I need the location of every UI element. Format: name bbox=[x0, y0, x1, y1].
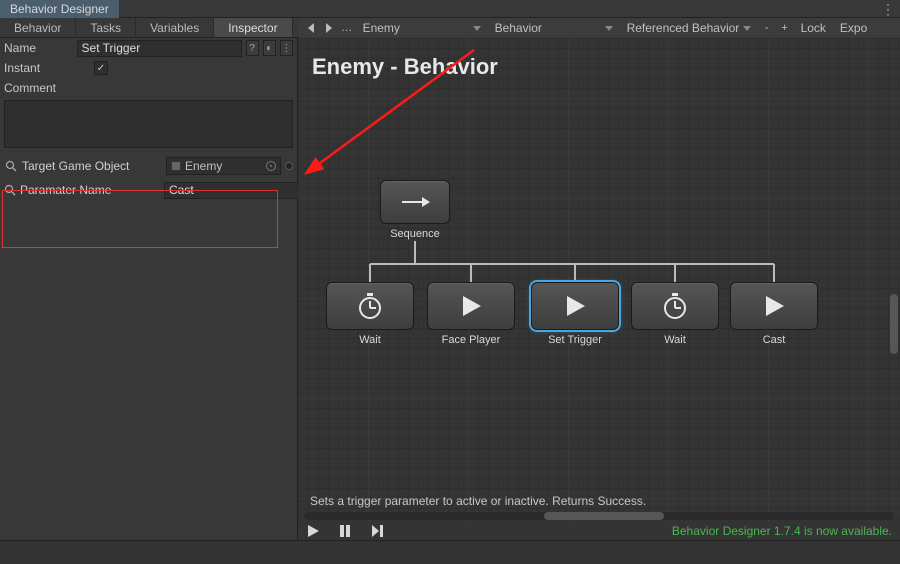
gameobject-dropdown[interactable]: Enemy bbox=[357, 19, 487, 37]
name-label: Name bbox=[4, 41, 73, 55]
node-label: Cast bbox=[763, 334, 786, 346]
node-sequence[interactable]: Sequence bbox=[380, 180, 450, 240]
behavior-dropdown-label: Behavior bbox=[495, 21, 542, 35]
search-icon[interactable] bbox=[4, 183, 16, 197]
window-menu-icon[interactable]: ⋮ bbox=[880, 2, 896, 16]
target-game-object-value: Enemy bbox=[185, 159, 222, 173]
play-button[interactable] bbox=[306, 524, 320, 538]
search-icon[interactable] bbox=[4, 159, 18, 173]
behavior-dropdown[interactable]: Behavior bbox=[489, 19, 619, 37]
shared-variable-dot[interactable] bbox=[285, 162, 293, 170]
graph-title: Enemy - Behavior bbox=[312, 54, 498, 80]
lock-button[interactable]: Lock bbox=[795, 21, 832, 35]
play-icon bbox=[762, 294, 786, 318]
comment-textarea[interactable] bbox=[4, 100, 293, 148]
node-label: Wait bbox=[664, 334, 686, 346]
task-description: Sets a trigger parameter to active or in… bbox=[310, 494, 646, 508]
export-button[interactable]: Expo bbox=[834, 21, 873, 35]
stopwatch-icon bbox=[662, 293, 688, 319]
node-label: Set Trigger bbox=[548, 334, 602, 346]
vertical-scrollbar[interactable] bbox=[890, 44, 898, 506]
tab-inspector[interactable]: Inspector bbox=[214, 18, 292, 37]
behavior-graph[interactable]: Enemy - Behavior bbox=[298, 38, 900, 540]
sequence-icon bbox=[400, 195, 430, 209]
node-body bbox=[531, 282, 619, 330]
pause-button[interactable] bbox=[338, 524, 352, 538]
step-button[interactable] bbox=[370, 524, 384, 538]
minus-button[interactable]: - bbox=[759, 20, 775, 36]
editor-bottombar bbox=[0, 540, 900, 564]
gameobject-dropdown-label: Enemy bbox=[363, 21, 400, 35]
window-tab[interactable]: Behavior Designer bbox=[0, 0, 119, 18]
settings-button[interactable]: ⋮ bbox=[280, 40, 293, 56]
target-game-object-label: Target Game Object bbox=[22, 159, 162, 173]
node-label: Sequence bbox=[390, 228, 440, 240]
nav-forward-icon[interactable] bbox=[321, 20, 337, 36]
comment-label: Comment bbox=[4, 81, 90, 95]
scrollbar-thumb[interactable] bbox=[544, 512, 664, 520]
instant-checkbox[interactable]: ✓ bbox=[94, 61, 108, 75]
play-icon bbox=[459, 294, 483, 318]
gameobject-icon bbox=[171, 161, 181, 171]
stopwatch-icon bbox=[357, 293, 383, 319]
caret-down-icon bbox=[473, 26, 481, 31]
node-label: Wait bbox=[359, 334, 381, 346]
node-face-player[interactable]: Face Player bbox=[427, 282, 515, 346]
status-message[interactable]: Behavior Designer 1.7.4 is now available… bbox=[672, 524, 892, 538]
referenced-behavior-label: Referenced Behavior bbox=[627, 21, 740, 35]
inspector-panel: Name ? ◐ ⋮ Instant ✓ Comment Target Game… bbox=[0, 38, 298, 540]
color-button[interactable]: ◐ bbox=[263, 40, 276, 56]
plus-button[interactable]: + bbox=[777, 20, 793, 36]
scrollbar-thumb[interactable] bbox=[890, 294, 898, 354]
tab-variables[interactable]: Variables bbox=[136, 18, 214, 37]
node-body bbox=[631, 282, 719, 330]
node-wait-2[interactable]: Wait bbox=[631, 282, 719, 346]
graph-toolbar: … Enemy Behavior Referenced Behavior - +… bbox=[299, 18, 900, 38]
node-body bbox=[427, 282, 515, 330]
window-titlebar: Behavior Designer ⋮ bbox=[0, 0, 900, 18]
node-body bbox=[326, 282, 414, 330]
tab-tasks[interactable]: Tasks bbox=[76, 18, 136, 37]
node-body bbox=[380, 180, 450, 224]
help-button[interactable]: ? bbox=[246, 40, 259, 56]
name-input[interactable] bbox=[77, 40, 242, 57]
horizontal-scrollbar[interactable] bbox=[304, 512, 894, 520]
object-picker-icon[interactable] bbox=[266, 161, 276, 171]
tab-behavior[interactable]: Behavior bbox=[0, 18, 76, 37]
referenced-behavior-dropdown[interactable]: Referenced Behavior bbox=[621, 19, 757, 37]
playback-controls: Behavior Designer 1.7.4 is now available… bbox=[298, 522, 900, 540]
node-set-trigger[interactable]: Set Trigger bbox=[531, 282, 619, 346]
node-label: Face Player bbox=[442, 334, 501, 346]
node-wait-1[interactable]: Wait bbox=[326, 282, 414, 346]
instant-label: Instant bbox=[4, 61, 90, 75]
nav-more-icon[interactable]: … bbox=[339, 20, 355, 36]
node-body bbox=[730, 282, 818, 330]
caret-down-icon bbox=[605, 26, 613, 31]
target-game-object-field[interactable]: Enemy bbox=[166, 157, 281, 175]
play-icon bbox=[563, 294, 587, 318]
parameter-name-label: Paramater Name bbox=[20, 183, 160, 197]
caret-down-icon bbox=[743, 26, 751, 31]
nav-back-icon[interactable] bbox=[303, 20, 319, 36]
panel-tabs-row: Behavior Tasks Variables Inspector … Ene… bbox=[0, 18, 900, 38]
node-cast[interactable]: Cast bbox=[730, 282, 818, 346]
